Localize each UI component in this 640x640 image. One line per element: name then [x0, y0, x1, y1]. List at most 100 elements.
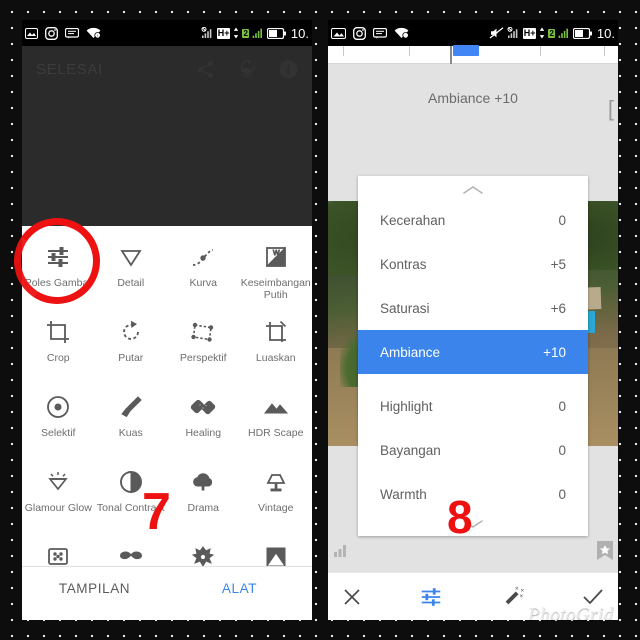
adjust-item-bayangan[interactable]: Bayangan 0	[358, 428, 588, 472]
tab-alat[interactable]: ALAT	[167, 581, 312, 596]
adjustment-slider[interactable]	[328, 45, 618, 64]
annotation-number-7: 7	[142, 483, 171, 541]
adjust-item-kontras[interactable]: Kontras +5	[358, 242, 588, 286]
tool-label: Perspektif	[179, 352, 227, 364]
message-icon	[373, 27, 387, 39]
tool-putar[interactable]: Putar	[95, 311, 168, 386]
instagram-icon	[45, 26, 58, 40]
tool-crop[interactable]: Crop	[22, 311, 95, 386]
tool-label: Detail	[117, 277, 145, 289]
tool-label: Vintage	[258, 502, 294, 514]
screenshot-stage: ! H+ 2 10. SELESAI Poles Gambar Detail K…	[0, 0, 640, 640]
right-phone-screenshot: H+ 2 10. Ambiance +10 [Kecerahan 0 Kont…	[328, 20, 618, 620]
adjust-item-label: Kontras	[380, 256, 427, 272]
bottom-tab-bar: TAMPILAN ALAT	[22, 566, 312, 610]
tab-tampilan[interactable]: TAMPILAN	[22, 581, 167, 596]
star-bookmark-icon[interactable]	[596, 541, 614, 566]
editor-app-bar: SELESAI	[22, 46, 312, 92]
svg-text:W: W	[273, 250, 280, 257]
adjust-item-label: Bayangan	[380, 442, 441, 458]
tune-sliders-icon	[45, 242, 71, 272]
tool-vintage[interactable]: Vintage	[240, 461, 313, 536]
status-bar-left: ! H+ 2 10.	[22, 20, 312, 46]
histogram-icon[interactable]	[334, 544, 348, 562]
svg-text:×: ×	[515, 585, 519, 592]
tool-poles-gambar[interactable]: Poles Gambar	[22, 236, 95, 311]
tool-kurva[interactable]: Kurva	[167, 236, 240, 311]
adjust-item-saturasi[interactable]: Saturasi +6	[358, 286, 588, 330]
glamour-glow-icon	[45, 467, 71, 497]
done-button[interactable]: SELESAI	[36, 61, 196, 78]
clock-label: 10.	[596, 25, 615, 41]
adjust-item-label: Kecerahan	[380, 212, 446, 228]
data-arrows-icon	[539, 27, 545, 39]
tool-perspektif[interactable]: Perspektif	[167, 311, 240, 386]
tool-label: Glamour Glow	[24, 502, 92, 514]
slider-thumb[interactable]	[452, 45, 479, 56]
tool-drama[interactable]: Drama	[167, 461, 240, 536]
tool-row: Crop Putar Perspektif Luaskan	[22, 311, 312, 386]
tool-healing[interactable]: Healing	[167, 386, 240, 461]
tool-label: Luaskan	[255, 352, 296, 364]
adjust-item-value: +6	[550, 300, 566, 316]
crop-icon	[45, 317, 71, 347]
panorama-icon	[331, 27, 346, 39]
message-icon	[65, 27, 79, 39]
wifi-icon: !	[86, 27, 101, 39]
info-icon[interactable]	[279, 60, 298, 79]
chevron-up-icon[interactable]	[358, 182, 588, 198]
close-x-icon[interactable]	[342, 587, 362, 607]
tool-hdr-scape[interactable]: HDR Scape	[240, 386, 313, 461]
hplus-icon: H+	[216, 27, 231, 39]
tune-sliders-icon[interactable]	[419, 585, 443, 609]
instagram-icon	[353, 26, 366, 40]
tool-label: Crop	[46, 352, 70, 364]
perspective-icon	[190, 317, 216, 347]
adjust-item-kecerahan[interactable]: Kecerahan 0	[358, 198, 588, 242]
tool-label: Keseimbangan Putih	[240, 277, 311, 301]
mute-icon	[489, 27, 504, 39]
expand-icon	[263, 317, 289, 347]
rotate-icon	[118, 317, 144, 347]
lamp-vintage-icon	[263, 467, 289, 497]
adjust-item-highlight[interactable]: Highlight 0	[358, 384, 588, 428]
tool-film[interactable]: Film	[22, 536, 95, 566]
battery-icon	[266, 27, 286, 39]
clock-label: 10.	[290, 25, 309, 41]
grunge-icon	[190, 542, 216, 566]
data-arrows-icon	[233, 27, 239, 39]
healing-icon	[190, 392, 216, 422]
tool-row: Selektif Kuas Healing HDR Scape	[22, 386, 312, 461]
tool-kuas[interactable]: Kuas	[95, 386, 168, 461]
stack-icon[interactable]	[237, 59, 257, 79]
tool-hitam-putih[interactable]: Hitam & Putih	[240, 536, 313, 566]
tool-luaskan[interactable]: Luaskan	[240, 311, 313, 386]
cloud-drama-icon	[190, 467, 216, 497]
adjust-item-ambiance[interactable]: Ambiance +10	[358, 330, 588, 374]
status-bar-right-icons: H+ 2 10.	[489, 26, 615, 41]
magic-wand-icon[interactable]: × × ×	[501, 585, 525, 609]
chevron-down-icon[interactable]	[358, 516, 588, 532]
adjust-item-value: 0	[558, 398, 566, 414]
curve-icon	[190, 242, 216, 272]
tool-selektif[interactable]: Selektif	[22, 386, 95, 461]
tool-detail[interactable]: Detail	[95, 236, 168, 311]
adjust-item-value: 0	[558, 212, 566, 228]
tool-label: Kurva	[189, 277, 217, 289]
share-icon[interactable]	[196, 60, 215, 79]
tool-keseimbangan-putih[interactable]: WB Keseimbangan Putih	[240, 236, 313, 311]
compare-bracket-icon[interactable]: [	[608, 98, 614, 120]
editor-preview-area: SELESAI	[22, 46, 312, 226]
signal-icon	[252, 27, 264, 39]
svg-text:!: !	[97, 33, 98, 38]
adjust-item-warmth[interactable]: Warmth 0	[358, 472, 588, 516]
status-bar-left-icons: !	[25, 26, 201, 40]
adjust-item-label: Saturasi	[380, 300, 430, 316]
moustache-icon	[118, 542, 144, 566]
brush-icon	[118, 392, 144, 422]
white-balance-icon: WB	[263, 242, 289, 272]
svg-text:×: ×	[519, 592, 523, 599]
tool-label: Healing	[185, 427, 222, 439]
tool-grunge[interactable]: Grunge	[167, 536, 240, 566]
tool-glamour-glow[interactable]: Glamour Glow	[22, 461, 95, 536]
